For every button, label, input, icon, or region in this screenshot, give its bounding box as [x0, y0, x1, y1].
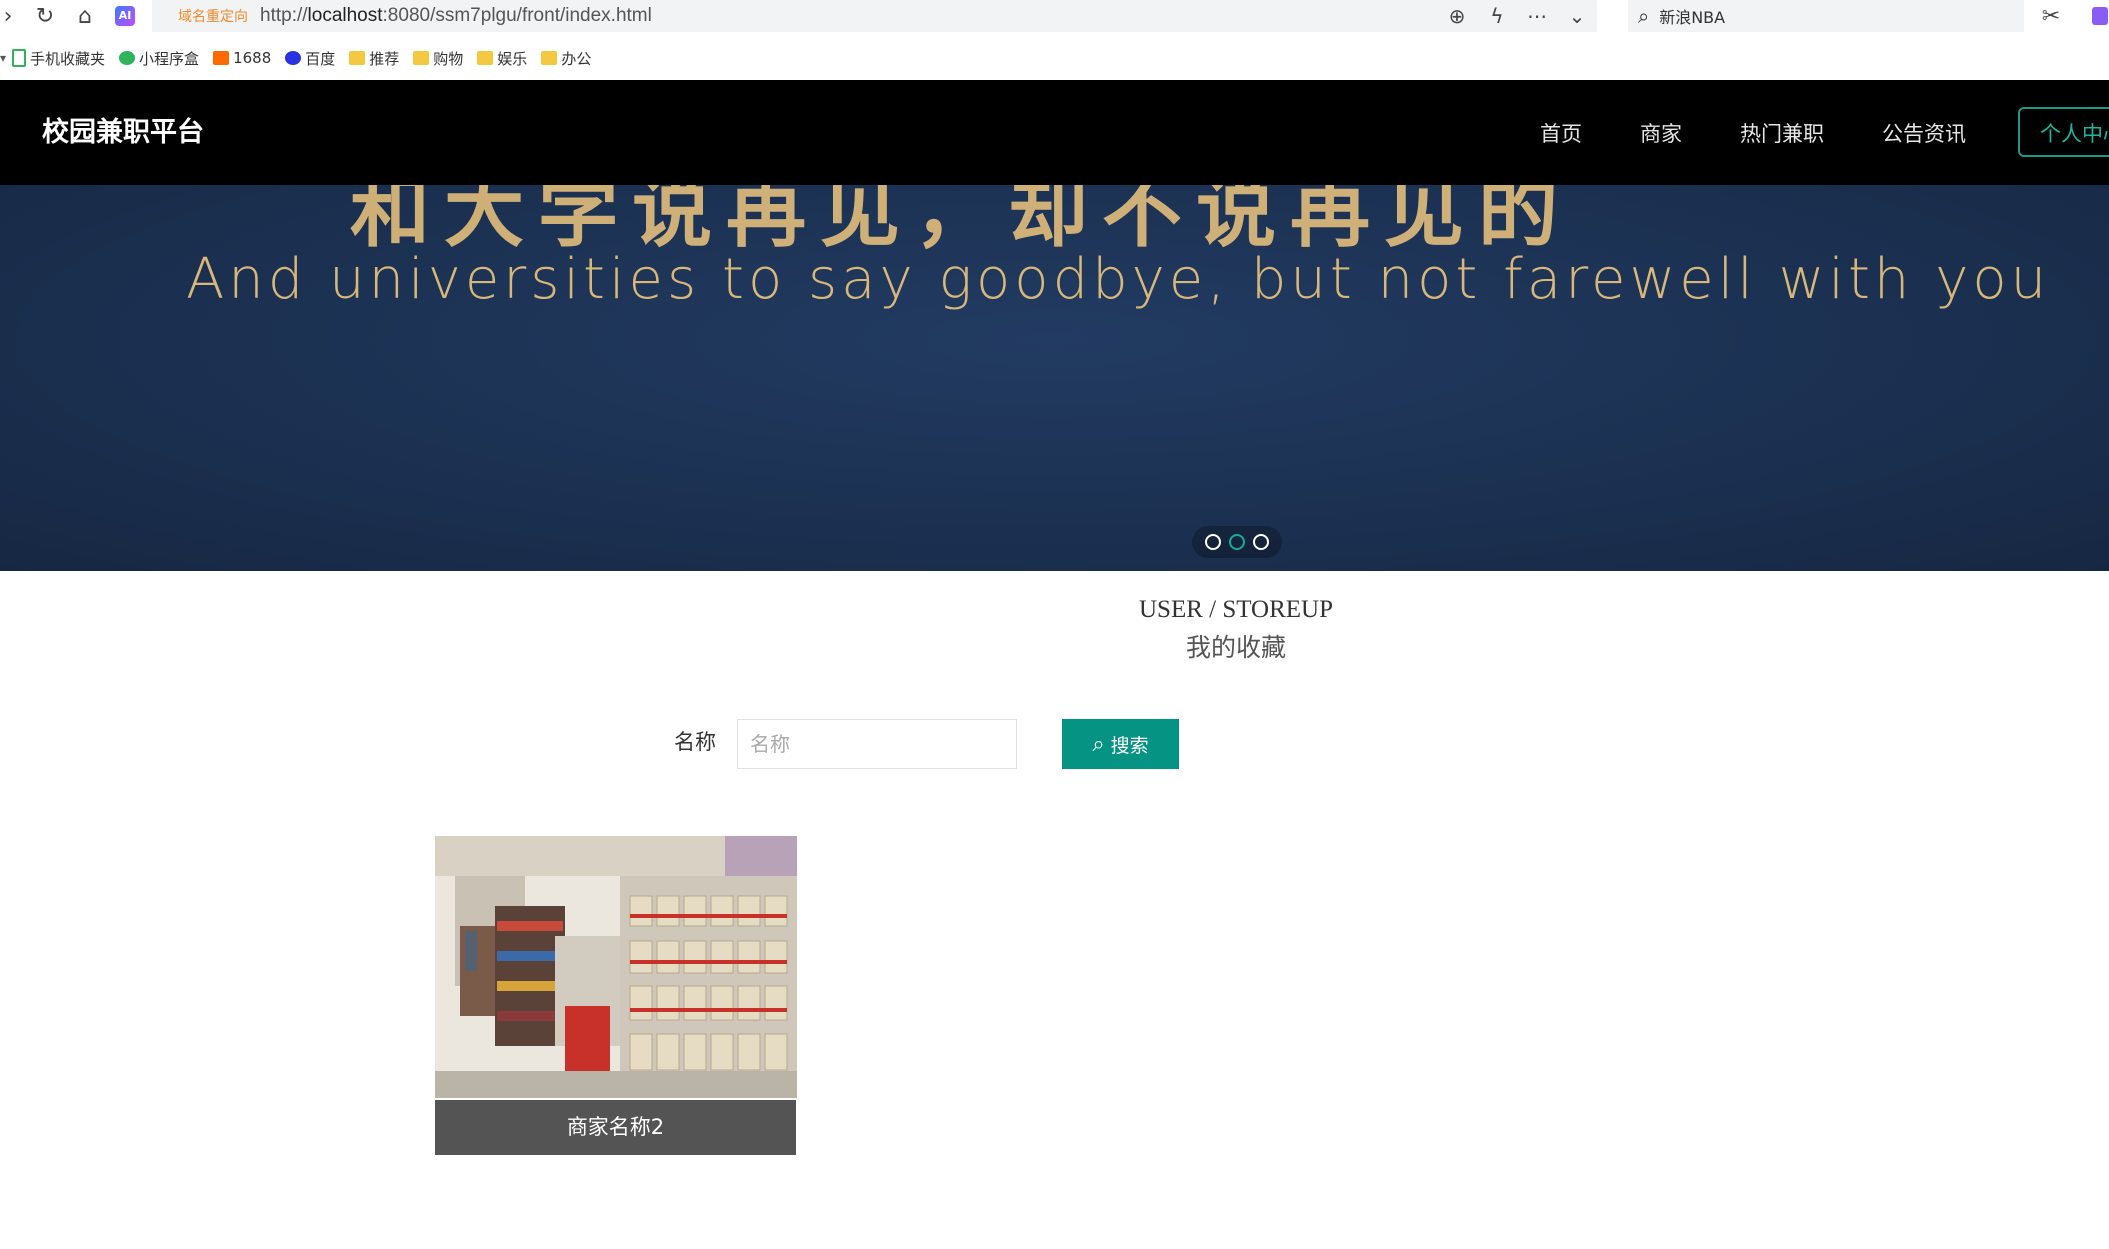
lightning-icon[interactable]: ϟ: [1477, 4, 1517, 28]
carousel-indicators: [1192, 526, 1282, 558]
nav-news[interactable]: 公告资讯: [1882, 118, 1966, 148]
bookmark-item[interactable]: 手机收藏夹: [12, 48, 105, 69]
bookmark-item[interactable]: 娱乐: [477, 48, 527, 69]
name-search-input[interactable]: [737, 719, 1017, 769]
banner-text-english: And universities to say goodbye, but not…: [186, 247, 2051, 312]
bookmark-item[interactable]: 办公: [541, 48, 591, 69]
address-bar[interactable]: 域名重定向 http://localhost:8080/ssm7plgu/fro…: [152, 0, 1597, 32]
redirect-tag: 域名重定向: [178, 9, 248, 25]
carousel-dot[interactable]: [1253, 534, 1269, 550]
reload-icon[interactable]: ↻: [30, 0, 60, 32]
site-navbar: 校园兼职平台 首页 商家 热门兼职 公告资讯 个人中心: [0, 80, 2109, 185]
bookmark-item[interactable]: 百度: [285, 48, 335, 69]
carousel-dot-active[interactable]: [1229, 534, 1245, 550]
carousel-dot[interactable]: [1205, 534, 1221, 550]
bookmark-item[interactable]: 小程序盒: [119, 48, 199, 69]
scissors-icon[interactable]: ✂: [2036, 0, 2066, 32]
bookmark-item[interactable]: 1688: [213, 49, 271, 67]
search-button[interactable]: ⌕ 搜索: [1062, 719, 1179, 769]
zoom-icon[interactable]: ⊕: [1437, 4, 1477, 28]
section-title-cn: 我的收藏: [1185, 635, 1286, 662]
ai-assistant-icon[interactable]: AI: [110, 0, 140, 32]
search-icon: ⌕: [1092, 731, 1105, 757]
url-text: http://localhost:8080/ssm7plgu/front/ind…: [260, 5, 652, 26]
nav-merchants[interactable]: 商家: [1640, 118, 1682, 148]
nav-home[interactable]: 首页: [1540, 118, 1582, 148]
browser-search-text: 新浪NBA: [1659, 8, 1726, 27]
bookmarks-bar: ▾ 手机收藏夹 小程序盒 1688 百度 推荐 购物 娱乐 办公: [0, 44, 605, 72]
chevron-down-icon[interactable]: ⌄: [1557, 4, 1597, 28]
search-button-label: 搜索: [1110, 734, 1149, 757]
browser-search[interactable]: ⌕ 新浪NBA: [1628, 0, 2024, 32]
bookmark-item[interactable]: 推荐: [349, 48, 399, 69]
site-brand[interactable]: 校园兼职平台: [42, 80, 204, 185]
bookmark-item[interactable]: 购物: [413, 48, 463, 69]
section-title-en: USER / STOREUP: [1138, 596, 1334, 623]
translate-icon[interactable]: [2090, 0, 2109, 32]
favorite-card[interactable]: 商家名称2: [435, 836, 797, 1156]
home-icon[interactable]: ⌂: [70, 0, 100, 32]
name-label: 名称: [674, 730, 716, 754]
section-title: USER / STOREUP 我的收藏: [1036, 596, 1436, 664]
more-icon[interactable]: ⋯: [1517, 4, 1557, 28]
search-icon: ⌕: [1638, 4, 1650, 28]
browser-toolbar: › ↻ ⌂ AI 域名重定向 http://localhost:8080/ssm…: [0, 0, 2109, 32]
bookmarks-dropdown-icon[interactable]: ▾: [0, 51, 6, 65]
hero-carousel: 和大学说再见，却不说再见的 And universities to say go…: [0, 185, 2109, 571]
personal-center-button[interactable]: 个人中心: [2018, 107, 2109, 157]
store-image[interactable]: [435, 836, 797, 1098]
store-name: 商家名称2: [435, 1100, 796, 1155]
forward-icon[interactable]: ›: [0, 0, 16, 32]
nav-hot-jobs[interactable]: 热门兼职: [1740, 118, 1824, 148]
